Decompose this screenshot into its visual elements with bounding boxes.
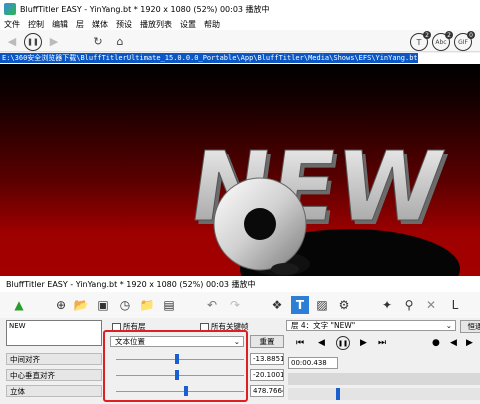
menu-edit[interactable]: 编辑: [52, 19, 68, 30]
title-bar-2: BluffTitler EASY - YinYang.bt * 1920 x 1…: [0, 276, 480, 292]
menu-settings[interactable]: 设置: [180, 19, 196, 30]
corner-button[interactable]: 恒通: [460, 320, 480, 333]
abc-layer-count: 2: [445, 31, 453, 39]
row-label-depth: 立体: [6, 385, 102, 397]
add-icon[interactable]: ⊕: [52, 296, 70, 314]
title-bar: BluffTitler EASY - YinYang.bt * 1920 x 1…: [0, 0, 480, 18]
pause-button[interactable]: ❚❚: [24, 33, 42, 51]
home-icon[interactable]: ⌂: [112, 33, 128, 49]
layers-icon[interactable]: ❖: [268, 296, 286, 314]
media-folder-icon[interactable]: 📁: [138, 296, 156, 314]
gif-layer-icon[interactable]: GIF 0: [454, 31, 475, 51]
yinyang-base: [271, 263, 299, 275]
forward-icon[interactable]: ▶: [46, 33, 62, 49]
window-title: BluffTitler EASY - YinYang.bt * 1920 x 1…: [20, 4, 270, 14]
scale-icon[interactable]: ✕: [422, 296, 440, 314]
skip-forward-icon[interactable]: ⏭: [378, 338, 386, 348]
value-depth[interactable]: 478.76641: [250, 385, 284, 397]
rewind-icon[interactable]: ◀: [318, 338, 325, 348]
value-center-align[interactable]: -13.88518!: [250, 353, 284, 365]
prev-key-icon[interactable]: ◀: [450, 338, 457, 348]
film-icon[interactable]: ▤: [160, 296, 178, 314]
undo-icon[interactable]: ↶: [203, 296, 221, 314]
open-folder-icon[interactable]: 📂: [72, 296, 90, 314]
save-icon[interactable]: ▣: [94, 296, 112, 314]
layer-select-value: 层 4：文字 "NEW": [291, 321, 356, 330]
forward-icon[interactable]: ▶: [360, 338, 367, 348]
redo-icon[interactable]: ↷: [226, 296, 244, 314]
refresh-icon[interactable]: ↻: [90, 33, 106, 49]
window-title-2: BluffTitler EASY - YinYang.bt * 1920 x 1…: [6, 279, 256, 289]
row-label-center-align: 中间对齐: [6, 353, 102, 365]
text-layer-count: 2: [423, 31, 431, 39]
playhead[interactable]: [336, 388, 340, 400]
skip-back-icon[interactable]: ⏮: [296, 338, 304, 348]
editor-toolbar: ▲ ⊕ 📂 ▣ ◷ 📁 ▤ ↶ ↷ ❖ T ▨ ⚙ ✦ ⚲ ✕ L: [0, 292, 480, 318]
time-field[interactable]: 00:00.438: [288, 357, 338, 369]
menu-playlist[interactable]: 播放列表: [140, 19, 172, 30]
text-input[interactable]: NEW: [6, 320, 102, 346]
layer-select[interactable]: 层 4：文字 "NEW" ⌄: [286, 320, 456, 331]
chevron-down-icon: ⌄: [445, 321, 452, 330]
text-tool-icon[interactable]: T: [291, 296, 309, 314]
image-icon[interactable]: ▨: [313, 296, 331, 314]
row-label-vertical-align: 中心垂直对齐: [6, 369, 102, 381]
pause-icon[interactable]: ❚❚: [336, 336, 350, 350]
render-scene: NEW NEW: [182, 130, 460, 276]
timeline-bar[interactable]: [288, 388, 480, 400]
render-viewport[interactable]: NEW NEW: [0, 64, 480, 276]
value-vertical-align[interactable]: -20.10019!: [250, 369, 284, 381]
text-input-value: NEW: [9, 322, 26, 330]
menu-bar: 文件 控制 编辑 层 媒体 预设 播放列表 设置 帮助: [0, 18, 480, 30]
menu-file[interactable]: 文件: [4, 19, 20, 30]
path-icon[interactable]: ⚲: [400, 296, 418, 314]
highlight-box: [103, 330, 248, 402]
menu-layer[interactable]: 层: [76, 19, 84, 30]
timeline-track[interactable]: [288, 373, 480, 385]
next-key-icon[interactable]: ▶: [466, 338, 473, 348]
logo-icon: ▲: [14, 298, 24, 312]
yinyang-dot: [244, 208, 276, 240]
menu-media[interactable]: 媒体: [92, 19, 108, 30]
record-icon[interactable]: ●: [432, 338, 440, 348]
main-toolbar: ◀ ❚❚ ▶ ↻ ⌂ T 2 Abc 2 GIF 0: [0, 30, 480, 52]
text-layer-icon[interactable]: T 2: [410, 31, 431, 51]
menu-presets[interactable]: 预设: [116, 19, 132, 30]
abc-layer-icon[interactable]: Abc 2: [432, 31, 453, 51]
file-path[interactable]: E:\360安全浏览器下载\BluffTitlerUltimate_15.0.0…: [0, 53, 418, 63]
menu-control[interactable]: 控制: [28, 19, 44, 30]
effect-icon[interactable]: ⚙: [335, 296, 353, 314]
app-logo-icon: [4, 3, 16, 15]
light-icon[interactable]: ✦: [378, 296, 396, 314]
gif-layer-count: 0: [467, 31, 475, 39]
menu-help[interactable]: 帮助: [204, 19, 220, 30]
back-icon[interactable]: ◀: [4, 33, 20, 49]
path-bar[interactable]: E:\360安全浏览器下载\BluffTitlerUltimate_15.0.0…: [0, 53, 480, 64]
axis-icon[interactable]: L: [446, 296, 464, 314]
clock-icon[interactable]: ◷: [116, 296, 134, 314]
reset-button[interactable]: 重置: [250, 335, 284, 348]
